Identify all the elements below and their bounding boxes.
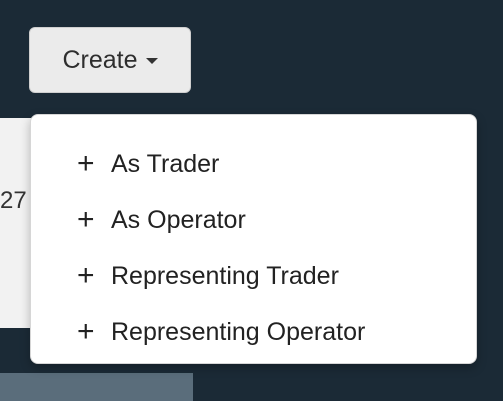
- plus-icon: +: [77, 147, 95, 180]
- background-panel-text: 27: [0, 187, 27, 214]
- create-button-label: Create: [62, 45, 138, 74]
- create-button[interactable]: Create: [29, 27, 191, 93]
- plus-icon: +: [77, 203, 95, 236]
- menu-item-label: Representing Trader: [111, 261, 339, 290]
- plus-icon: +: [77, 315, 95, 348]
- background-bar: [0, 373, 193, 401]
- menu-item-label: As Operator: [111, 205, 246, 234]
- menu-item-as-trader[interactable]: + As Trader: [31, 136, 476, 192]
- menu-item-label: As Trader: [111, 149, 220, 178]
- menu-item-as-operator[interactable]: + As Operator: [31, 192, 476, 248]
- menu-item-representing-trader[interactable]: + Representing Trader: [31, 248, 476, 304]
- plus-icon: +: [77, 259, 95, 292]
- menu-item-label: Representing Operator: [111, 317, 366, 346]
- create-dropdown-menu: + As Trader + As Operator + Representing…: [30, 114, 477, 364]
- menu-item-representing-operator[interactable]: + Representing Operator: [31, 304, 476, 360]
- caret-down-icon: [145, 58, 158, 64]
